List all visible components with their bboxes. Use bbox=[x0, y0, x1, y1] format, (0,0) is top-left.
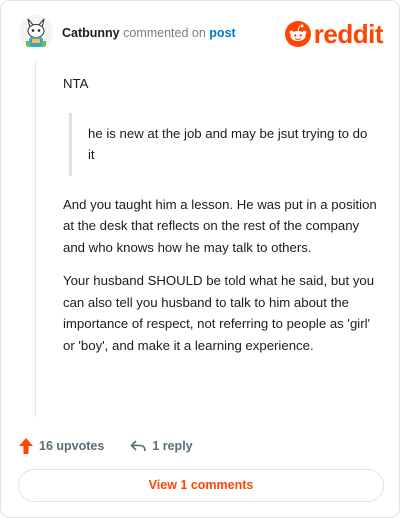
comment-header: Catbunny commented on post reddit bbox=[19, 15, 385, 51]
comment-paragraph: Your husband SHOULD be told what he said… bbox=[63, 273, 375, 353]
reply-button[interactable]: 1 reply bbox=[130, 439, 193, 453]
comment-card: Catbunny commented on post reddit NTA he… bbox=[0, 0, 400, 518]
upvote-count: 16 upvotes bbox=[39, 439, 105, 453]
reply-arrow-icon bbox=[131, 440, 147, 452]
thread-line[interactable] bbox=[35, 61, 36, 417]
view-comments-button[interactable]: View 1 comments bbox=[18, 469, 384, 502]
username-link[interactable]: Catbunny bbox=[62, 26, 120, 40]
blockquote: he is new at the job and may be jsut try… bbox=[69, 112, 377, 176]
comment-body: NTA he is new at the job and may be jsut… bbox=[63, 73, 377, 368]
comment-actions: 16 upvotes 1 reply bbox=[19, 435, 219, 457]
quote-text: he is new at the job and may be jsut try… bbox=[88, 125, 368, 163]
post-link[interactable]: post bbox=[209, 26, 235, 40]
reddit-logo-icon bbox=[284, 21, 311, 47]
comment-paragraph: NTA bbox=[63, 76, 89, 91]
reddit-logo[interactable]: reddit bbox=[284, 19, 384, 49]
meta-verb: commented on bbox=[123, 26, 206, 40]
reddit-wordmark: reddit bbox=[313, 19, 384, 49]
comment-paragraph: And you taught him a lesson. He was put … bbox=[63, 196, 377, 255]
upvote-arrow-icon bbox=[19, 438, 33, 454]
upvote-button[interactable]: 16 upvotes bbox=[19, 438, 104, 454]
comment-meta: Catbunny commented on post bbox=[62, 26, 236, 40]
reply-count: 1 reply bbox=[152, 439, 193, 453]
avatar[interactable] bbox=[19, 15, 53, 49]
